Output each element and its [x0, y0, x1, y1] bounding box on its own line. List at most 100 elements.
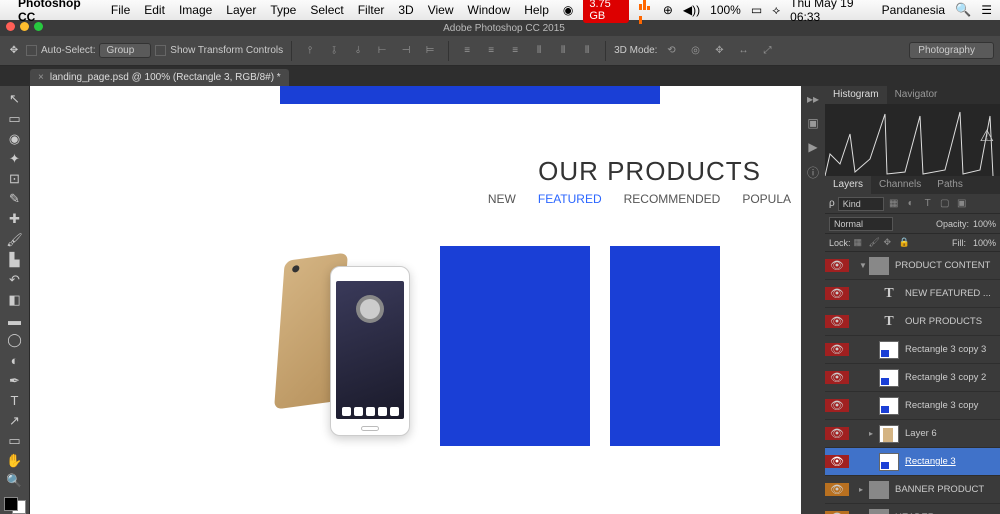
- blend-mode-dropdown[interactable]: Normal: [829, 217, 893, 231]
- menu-file[interactable]: File: [111, 3, 130, 17]
- layer-thumbnail[interactable]: [879, 397, 899, 415]
- align-bottom-icon[interactable]: ⫰: [348, 41, 368, 61]
- layer-thumbnail[interactable]: [879, 369, 899, 387]
- visibility-toggle-icon[interactable]: 👁: [825, 343, 849, 356]
- tab-navigator[interactable]: Navigator: [887, 86, 946, 104]
- hand-tool-icon[interactable]: ✋: [4, 453, 26, 470]
- spotlight-icon[interactable]: 🔍: [955, 2, 971, 18]
- filter-pixel-icon[interactable]: ▦: [887, 197, 901, 211]
- layer-row[interactable]: 👁Rectangle 3: [825, 448, 1000, 476]
- layer-name[interactable]: BANNER PRODUCT: [895, 484, 996, 495]
- menu-3d[interactable]: 3D: [398, 3, 413, 17]
- visibility-toggle-icon[interactable]: 👁: [825, 259, 849, 272]
- layer-name[interactable]: Rectangle 3 copy 3: [905, 344, 996, 355]
- type-layer-icon[interactable]: T: [879, 285, 899, 303]
- rectangle-shape[interactable]: [610, 246, 720, 446]
- layer-row[interactable]: 👁TNEW FEATURED ...: [825, 280, 1000, 308]
- visibility-toggle-icon[interactable]: 👁: [825, 455, 849, 468]
- canvas-area[interactable]: OUR PRODUCTS NEW FEATURED RECOMMENDED PO…: [30, 86, 801, 514]
- menu-image[interactable]: Image: [179, 3, 212, 17]
- distribute-vcenter-icon[interactable]: ≡: [481, 41, 501, 61]
- visibility-toggle-icon[interactable]: 👁: [825, 287, 849, 300]
- distribute-bottom-icon[interactable]: ≡: [505, 41, 525, 61]
- filter-shape-icon[interactable]: ▢: [938, 197, 952, 211]
- visibility-toggle-icon[interactable]: 👁: [825, 427, 849, 440]
- lock-paint-icon[interactable]: 🖌: [869, 237, 881, 249]
- lock-all-icon[interactable]: 🔒: [899, 237, 911, 249]
- cpu-bars-icon[interactable]: [639, 0, 652, 24]
- visibility-toggle-icon[interactable]: 👁: [825, 315, 849, 328]
- dropbox-icon[interactable]: ⊕: [663, 3, 673, 17]
- volume-icon[interactable]: ◀)): [683, 3, 700, 17]
- 3d-slide-icon[interactable]: ↔: [733, 41, 753, 61]
- filter-type-icon[interactable]: T: [921, 197, 935, 211]
- 3d-pan-icon[interactable]: ✥: [709, 41, 729, 61]
- dodge-tool-icon[interactable]: ◐: [4, 352, 26, 369]
- tab-histogram[interactable]: Histogram: [825, 86, 887, 104]
- gradient-tool-icon[interactable]: ▬: [4, 312, 26, 329]
- layer-row[interactable]: 👁▸Layer 6: [825, 420, 1000, 448]
- visibility-toggle-icon[interactable]: 👁: [825, 399, 849, 412]
- istat-icon[interactable]: ◉: [563, 3, 573, 17]
- menu-window[interactable]: Window: [468, 3, 511, 17]
- visibility-toggle-icon[interactable]: 👁: [825, 371, 849, 384]
- pen-tool-icon[interactable]: ✒: [4, 372, 26, 389]
- disclosure-icon[interactable]: ▸: [859, 485, 867, 494]
- stamp-tool-icon[interactable]: ▙: [4, 251, 26, 268]
- layer-thumbnail[interactable]: [879, 453, 899, 471]
- move-tool-icon[interactable]: ↖: [4, 90, 26, 107]
- align-top-icon[interactable]: ⫯: [300, 41, 320, 61]
- disclosure-icon[interactable]: ▼: [859, 261, 867, 270]
- layer-row[interactable]: 👁Rectangle 3 copy 2: [825, 364, 1000, 392]
- layer-row[interactable]: 👁▸HEADER: [825, 504, 1000, 514]
- info-panel-icon[interactable]: ⓘ: [807, 164, 819, 181]
- tab-featured[interactable]: FEATURED: [538, 192, 602, 206]
- menu-edit[interactable]: Edit: [144, 3, 165, 17]
- app-name[interactable]: Photoshop CC: [18, 0, 97, 24]
- path-tool-icon[interactable]: ↗: [4, 412, 26, 429]
- marquee-tool-icon[interactable]: ▭: [4, 110, 26, 127]
- opacity-value[interactable]: 100%: [973, 219, 996, 229]
- heading-text[interactable]: OUR PRODUCTS: [538, 156, 761, 187]
- layer-row[interactable]: 👁TOUR PRODUCTS: [825, 308, 1000, 336]
- layer-row[interactable]: 👁 ▼ PRODUCT CONTENT: [825, 252, 1000, 280]
- align-right-icon[interactable]: ⊨: [420, 41, 440, 61]
- menu-view[interactable]: View: [428, 3, 454, 17]
- menu-layer[interactable]: Layer: [226, 3, 256, 17]
- color-swatches[interactable]: [4, 497, 26, 514]
- lock-trans-icon[interactable]: ▦: [854, 237, 866, 249]
- menu-help[interactable]: Help: [524, 3, 549, 17]
- layer-thumbnail[interactable]: [879, 425, 899, 443]
- zoom-tool-icon[interactable]: 🔍: [4, 473, 26, 490]
- disclosure-icon[interactable]: ▸: [869, 429, 877, 438]
- menu-filter[interactable]: Filter: [358, 3, 385, 17]
- battery-pct[interactable]: 100%: [710, 3, 741, 17]
- histogram-warning-icon[interactable]: ⚠: [980, 126, 994, 146]
- collapsed-icon[interactable]: ▸▸: [807, 92, 819, 106]
- document-canvas[interactable]: OUR PRODUCTS NEW FEATURED RECOMMENDED PO…: [30, 86, 801, 514]
- layer-thumbnail[interactable]: [879, 341, 899, 359]
- distribute-top-icon[interactable]: ≡: [457, 41, 477, 61]
- layer-name[interactable]: OUR PRODUCTS: [905, 316, 996, 327]
- layer-name[interactable]: PRODUCT CONTENT: [895, 260, 996, 271]
- history-panel-icon[interactable]: ▣: [807, 116, 818, 130]
- distribute-right-icon[interactable]: ⦀: [577, 41, 597, 61]
- auto-select-check[interactable]: Auto-Select:: [26, 45, 95, 56]
- align-left-icon[interactable]: ⊢: [372, 41, 392, 61]
- 3d-roll-icon[interactable]: ◎: [685, 41, 705, 61]
- document-tab[interactable]: × landing_page.psd @ 100% (Rectangle 3, …: [30, 69, 289, 86]
- 3d-scale-icon[interactable]: ⤢: [757, 41, 777, 61]
- eraser-tool-icon[interactable]: ◧: [4, 291, 26, 308]
- crop-tool-icon[interactable]: ⊡: [4, 171, 26, 188]
- 3d-orbit-icon[interactable]: ⟲: [661, 41, 681, 61]
- ram-badge[interactable]: 3.75 GB: [583, 0, 629, 23]
- tab-channels[interactable]: Channels: [871, 176, 929, 194]
- lock-pos-icon[interactable]: ✥: [884, 237, 896, 249]
- layer-row[interactable]: 👁▸BANNER PRODUCT: [825, 476, 1000, 504]
- filter-kind-icon[interactable]: ρ: [829, 198, 835, 209]
- tab-layers[interactable]: Layers: [825, 176, 871, 194]
- lasso-tool-icon[interactable]: ◉: [4, 130, 26, 147]
- show-transform-check[interactable]: Show Transform Controls: [155, 45, 283, 56]
- eyedropper-tool-icon[interactable]: ✎: [4, 191, 26, 208]
- history-brush-icon[interactable]: ↶: [4, 271, 26, 288]
